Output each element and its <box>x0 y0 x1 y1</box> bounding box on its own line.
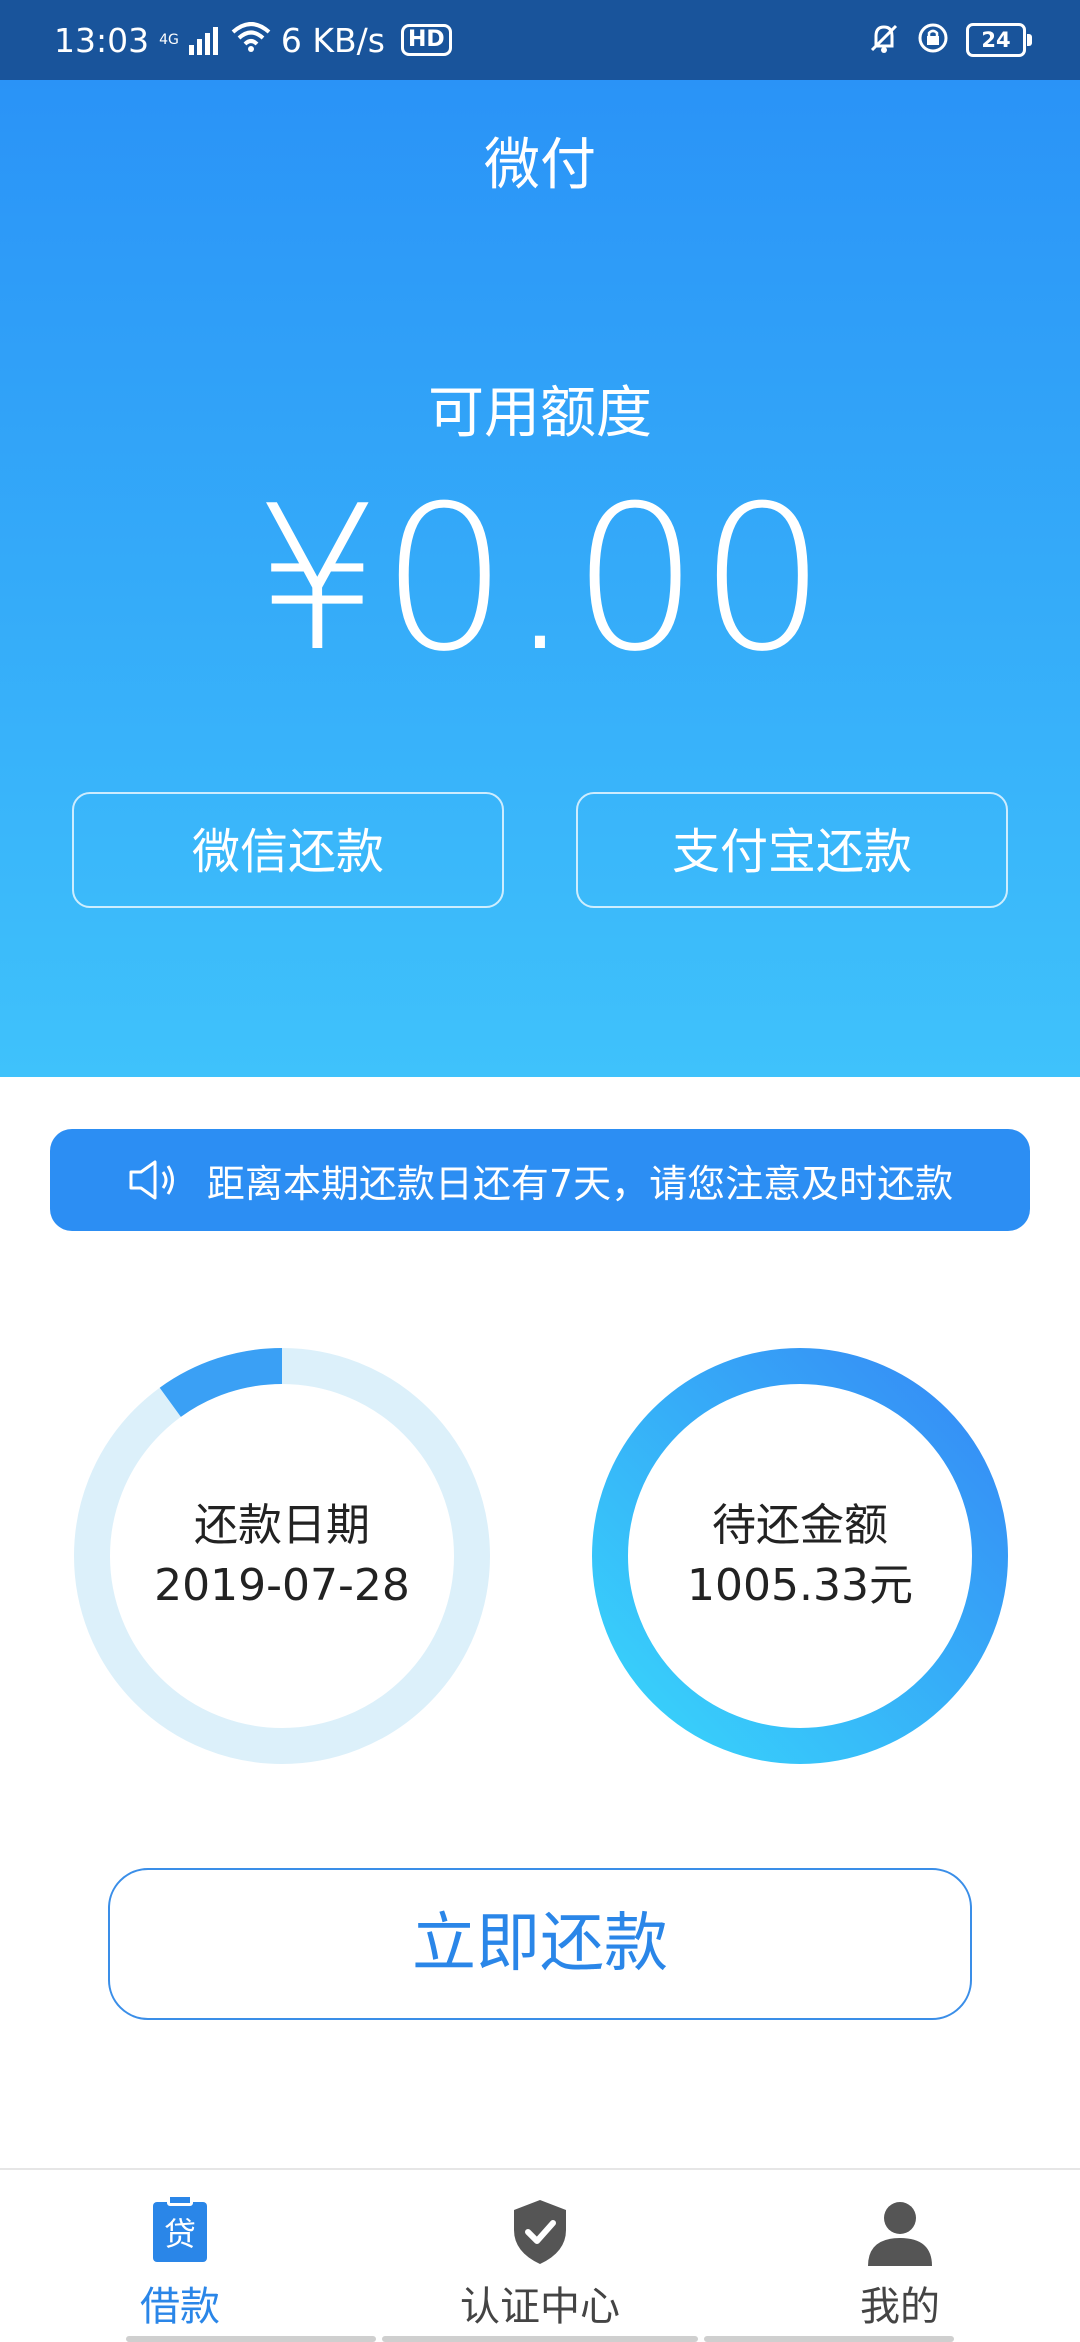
speaker-icon <box>127 1158 179 1202</box>
status-bar-left: 13:03 4G 6 KB/s HD <box>54 0 462 80</box>
repay-date-label: 还款日期 <box>194 1500 370 1551</box>
credit-label: 可用额度 <box>428 381 652 446</box>
nav-indicator-left <box>126 2336 376 2342</box>
app-title: 微付 <box>484 133 596 198</box>
tab-mine-label: 我的 <box>860 2284 940 2330</box>
wechat-repay-button[interactable]: 微信还款 <box>72 792 504 908</box>
wifi-icon <box>231 21 271 60</box>
notice-text: 距离本期还款日还有7天，请您注意及时还款 <box>206 1161 954 1206</box>
status-bar: 13:03 4G 6 KB/s HD 24 <box>0 0 1080 80</box>
nav-indicator-right <box>704 2336 954 2342</box>
repayment-notice: 距离本期还款日还有7天，请您注意及时还款 <box>50 1129 1030 1231</box>
repay-date-ring: 还款日期 2019-07-28 <box>74 1348 490 1764</box>
alipay-repay-button[interactable]: 支付宝还款 <box>576 792 1008 908</box>
repay-now-button[interactable]: 立即还款 <box>108 1868 972 2020</box>
due-amount-value: 1005.33元 <box>687 1560 913 1611</box>
tab-mine[interactable]: 我的 <box>720 2170 1080 2342</box>
signal-icon <box>188 25 221 55</box>
bell-muted-icon <box>868 22 900 58</box>
bottom-tab-bar: 贷 借款 认证中心 我的 <box>0 2168 1080 2342</box>
tab-loan-label: 借款 <box>140 2284 220 2330</box>
due-amount-label: 待还金额 <box>712 1500 888 1551</box>
due-amount-ring: 待还金额 1005.33元 <box>592 1348 1008 1764</box>
user-icon <box>866 2196 934 2268</box>
battery-icon: 24 <box>966 23 1032 57</box>
rotation-lock-icon <box>916 21 950 59</box>
hd-icon: HD <box>400 24 452 56</box>
nav-indicator-center <box>382 2336 698 2342</box>
repay-date-value: 2019-07-28 <box>154 1560 410 1611</box>
due-amount-text: 待还金额 1005.33元 <box>592 1348 1008 1764</box>
network-speed: 6 KB/s <box>280 20 385 60</box>
tab-certification-label: 认证中心 <box>460 2284 620 2330</box>
network-type: 4G <box>159 32 179 48</box>
tab-loan[interactable]: 贷 借款 <box>0 2170 360 2342</box>
shield-check-icon <box>510 2196 570 2268</box>
header-panel: 微付 可用额度 ¥0.00 微信还款 支付宝还款 <box>0 80 1080 1077</box>
clock-time: 13:03 <box>54 20 150 60</box>
tab-certification[interactable]: 认证中心 <box>360 2170 720 2342</box>
status-bar-right: 24 <box>852 0 1032 80</box>
loan-icon: 贷 <box>153 2194 207 2268</box>
credit-amount: ¥0.00 <box>253 463 827 696</box>
repay-date-text: 还款日期 2019-07-28 <box>74 1348 490 1764</box>
